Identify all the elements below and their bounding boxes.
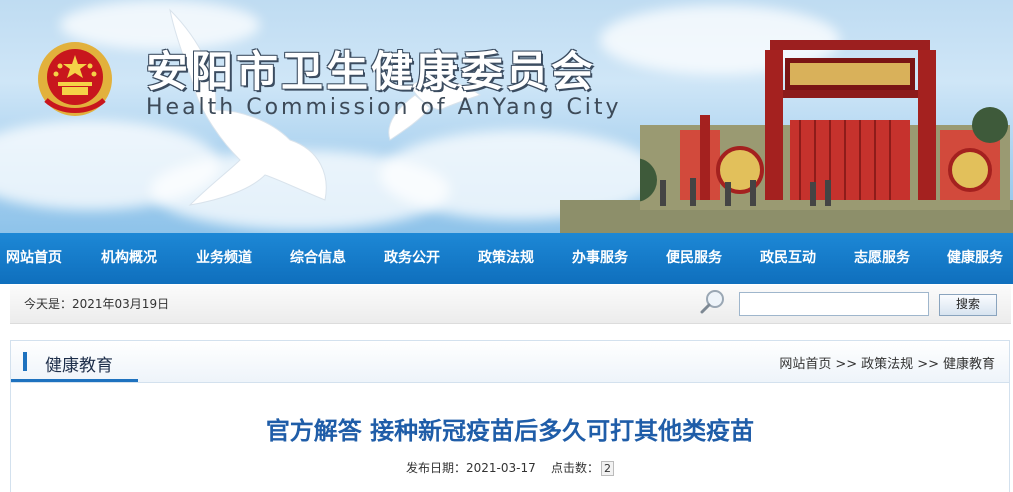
publish-date-label: 发布日期： xyxy=(405,461,466,475)
today-date: 今天是：2021年03月19日 xyxy=(24,297,170,311)
breadcrumb-home[interactable]: 网站首页 xyxy=(779,357,831,372)
nav-item-business[interactable]: 业务频道 xyxy=(196,233,252,284)
nav-item-home[interactable]: 网站首页 xyxy=(6,233,62,284)
breadcrumb-separator: >> xyxy=(835,357,858,372)
site-title-en: Health Commission of AnYang City xyxy=(146,95,622,120)
magnifier-icon xyxy=(700,290,724,314)
breadcrumb: 网站首页 >> 政策法规 >> 健康教育 xyxy=(779,353,995,372)
section-marker xyxy=(23,352,27,371)
site-title-cn: 安阳市卫生健康委员会 xyxy=(146,47,597,96)
yinxu-gate-image xyxy=(640,40,1010,210)
national-emblem-icon xyxy=(38,42,112,116)
section-title: 健康教育 xyxy=(45,356,113,376)
nav-item-org[interactable]: 机构概况 xyxy=(101,233,157,284)
nav-item-openness[interactable]: 政务公开 xyxy=(384,233,440,284)
breadcrumb-policy[interactable]: 政策法规 xyxy=(861,357,913,372)
nav-item-services[interactable]: 办事服务 xyxy=(572,233,628,284)
site-banner: 安阳市卫生健康委员会 Health Commission of AnYang C… xyxy=(0,0,1013,233)
search-button[interactable]: 搜索 xyxy=(939,294,997,316)
article-meta: 发布日期：2021-03-17 点击数： 2 xyxy=(11,459,1009,476)
hits-label: 点击数： xyxy=(551,461,600,475)
nav-item-volunteer[interactable]: 志愿服务 xyxy=(854,233,910,284)
publish-date: 2021-03-17 xyxy=(465,461,536,475)
nav-item-info[interactable]: 综合信息 xyxy=(290,233,346,284)
nav-item-health[interactable]: 健康服务 xyxy=(947,233,1003,284)
breadcrumb-current[interactable]: 健康教育 xyxy=(943,357,995,372)
article-title: 官方解答 接种新冠疫苗后多久可打其他类疫苗 xyxy=(265,417,755,445)
search-input[interactable] xyxy=(739,292,929,316)
main-nav: 网站首页 机构概况 业务频道 综合信息 政务公开 政策法规 办事服务 便民服务 … xyxy=(0,233,1013,284)
section-header: 健康教育 网站首页 >> 政策法规 >> 健康教育 xyxy=(11,341,1009,383)
nav-item-interaction[interactable]: 政民互动 xyxy=(760,233,816,284)
content-section: 健康教育 网站首页 >> 政策法规 >> 健康教育 官方解答 接种新冠疫苗后多久可打其他… xyxy=(10,340,1010,492)
nav-item-policy[interactable]: 政策法规 xyxy=(478,233,534,284)
breadcrumb-separator: >> xyxy=(917,357,939,372)
hits-count: 2 xyxy=(601,461,615,476)
section-underline xyxy=(11,379,138,382)
nav-item-convenience[interactable]: 便民服务 xyxy=(666,233,722,284)
